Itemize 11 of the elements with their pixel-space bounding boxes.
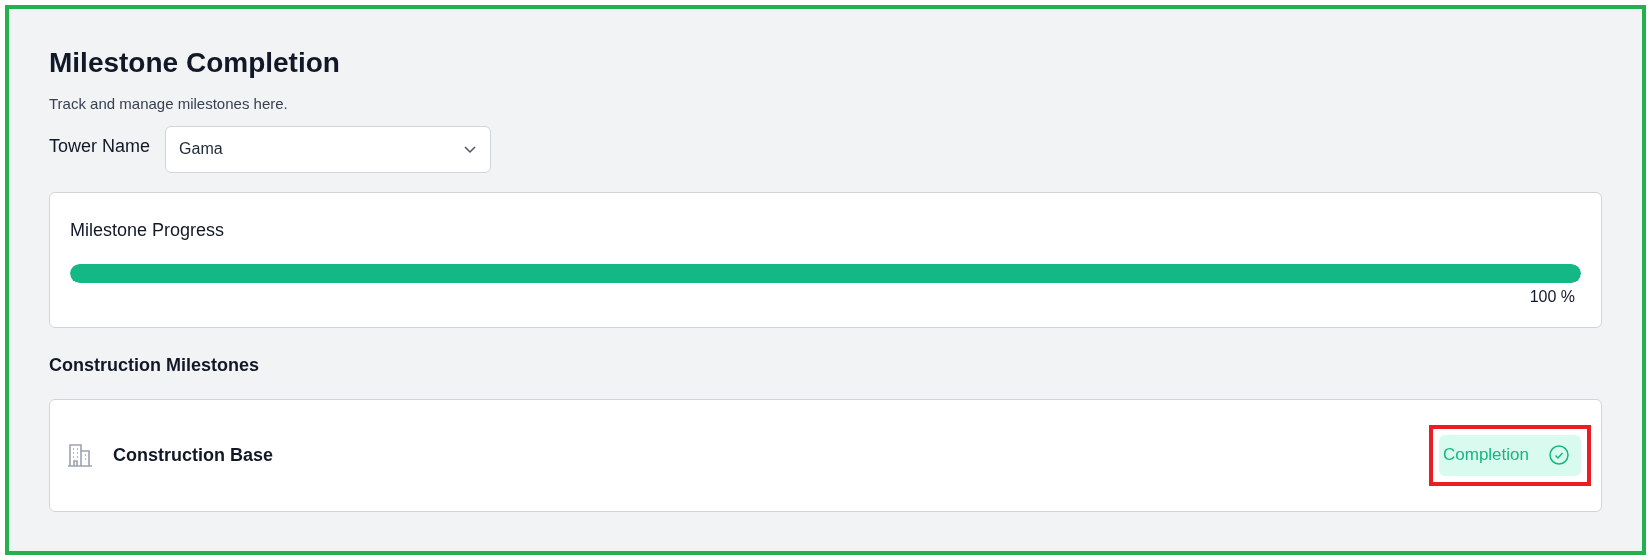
status-badge: Completion [1439, 434, 1581, 476]
progress-title: Milestone Progress [70, 218, 225, 242]
page-title: Milestone Completion [49, 46, 340, 80]
milestone-name: Construction Base [113, 443, 274, 467]
check-circle-icon [1549, 445, 1569, 465]
building-icon [67, 443, 93, 467]
tower-select[interactable]: Gama [165, 125, 492, 173]
section-title: Construction Milestones [49, 353, 259, 377]
tower-label: Tower Name [49, 134, 151, 158]
progress-reading: 100 % [1529, 286, 1575, 307]
page-subtitle: Track and manage milestones here. [49, 94, 288, 114]
